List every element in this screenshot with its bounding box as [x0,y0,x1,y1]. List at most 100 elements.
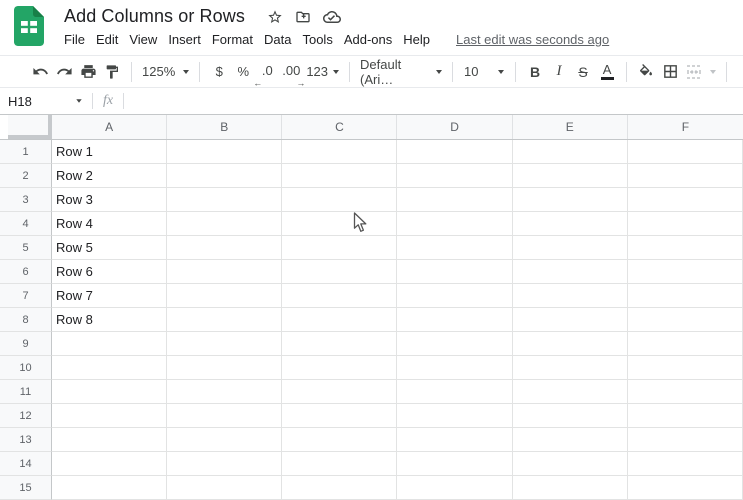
sheets-logo-icon[interactable] [14,6,44,51]
document-title[interactable]: Add Columns or Rows [64,6,245,27]
cell-E2[interactable] [512,164,628,188]
font-size-select[interactable]: 10 [460,60,508,84]
cell-B2[interactable] [167,164,283,188]
cell-A15[interactable] [52,476,168,500]
cell-A7[interactable]: Row 7 [52,284,168,308]
cell-D13[interactable] [397,428,513,452]
cell-C8[interactable] [282,308,398,332]
redo-button[interactable] [52,60,76,84]
cell-E15[interactable] [512,476,628,500]
cell-C2[interactable] [282,164,398,188]
cell-D6[interactable] [397,260,513,284]
menu-view[interactable]: View [129,31,157,48]
fill-color-button[interactable] [634,60,658,84]
cell-A11[interactable] [52,380,168,404]
row-header-13[interactable]: 13 [0,428,52,452]
cell-C5[interactable] [282,236,398,260]
cell-E13[interactable] [512,428,628,452]
cell-D11[interactable] [397,380,513,404]
cell-F4[interactable] [627,212,743,236]
cell-D8[interactable] [397,308,513,332]
cell-A5[interactable]: Row 5 [52,236,168,260]
cell-F1[interactable] [627,140,743,164]
cell-C14[interactable] [282,452,398,476]
cell-B11[interactable] [167,380,283,404]
cell-E12[interactable] [512,404,628,428]
row-header-6[interactable]: 6 [0,260,52,284]
cell-E10[interactable] [512,356,628,380]
cell-F15[interactable] [627,476,743,500]
italic-button[interactable]: I [547,60,571,84]
cell-D2[interactable] [397,164,513,188]
cell-E5[interactable] [512,236,628,260]
column-header-c[interactable]: C [282,115,398,139]
column-header-e[interactable]: E [513,115,628,139]
cloud-saved-icon[interactable] [322,8,341,26]
cell-F3[interactable] [627,188,743,212]
cell-E14[interactable] [512,452,628,476]
row-header-15[interactable]: 15 [0,476,52,500]
decrease-decimals-button[interactable]: .0 ← [253,60,279,87]
row-header-11[interactable]: 11 [0,380,52,404]
cell-D5[interactable] [397,236,513,260]
cell-B1[interactable] [167,140,283,164]
cell-F12[interactable] [627,404,743,428]
cell-A1[interactable]: Row 1 [52,140,168,164]
cell-A14[interactable] [52,452,168,476]
cell-B14[interactable] [167,452,283,476]
cell-F14[interactable] [627,452,743,476]
format-percent-button[interactable]: % [231,60,255,84]
cell-F8[interactable] [627,308,743,332]
cell-E1[interactable] [512,140,628,164]
cell-B9[interactable] [167,332,283,356]
cell-E8[interactable] [512,308,628,332]
cell-A12[interactable] [52,404,168,428]
select-all-corner[interactable] [0,115,52,139]
paint-format-button[interactable] [100,60,124,84]
font-select[interactable]: Default (Ari… [357,57,445,87]
name-box[interactable]: H18 [0,94,92,109]
cell-C12[interactable] [282,404,398,428]
cell-C4[interactable] [282,212,398,236]
column-header-b[interactable]: B [167,115,283,139]
bold-button[interactable]: B [523,60,547,84]
menu-file[interactable]: File [64,31,85,48]
cell-C7[interactable] [282,284,398,308]
cell-D14[interactable] [397,452,513,476]
row-header-1[interactable]: 1 [0,140,52,164]
cell-B5[interactable] [167,236,283,260]
print-button[interactable] [76,60,100,84]
cell-F2[interactable] [627,164,743,188]
menu-insert[interactable]: Insert [168,31,201,48]
cell-D9[interactable] [397,332,513,356]
menu-data[interactable]: Data [264,31,291,48]
cell-A10[interactable] [52,356,168,380]
cell-A6[interactable]: Row 6 [52,260,168,284]
borders-button[interactable] [658,60,682,84]
column-header-a[interactable]: A [52,115,168,139]
text-color-button[interactable]: A [595,60,619,84]
cell-E3[interactable] [512,188,628,212]
cell-F10[interactable] [627,356,743,380]
cell-C11[interactable] [282,380,398,404]
row-header-14[interactable]: 14 [0,452,52,476]
cell-B10[interactable] [167,356,283,380]
cell-C13[interactable] [282,428,398,452]
cell-D10[interactable] [397,356,513,380]
menu-addons[interactable]: Add-ons [344,31,392,48]
cell-C10[interactable] [282,356,398,380]
menu-format[interactable]: Format [212,31,253,48]
row-header-2[interactable]: 2 [0,164,52,188]
strikethrough-button[interactable]: S [571,60,595,84]
cell-C6[interactable] [282,260,398,284]
menu-edit[interactable]: Edit [96,31,118,48]
row-header-12[interactable]: 12 [0,404,52,428]
cell-F7[interactable] [627,284,743,308]
row-header-4[interactable]: 4 [0,212,52,236]
cell-D3[interactable] [397,188,513,212]
row-header-9[interactable]: 9 [0,332,52,356]
undo-button[interactable] [28,60,52,84]
cell-A4[interactable]: Row 4 [52,212,168,236]
cell-B6[interactable] [167,260,283,284]
cell-F11[interactable] [627,380,743,404]
